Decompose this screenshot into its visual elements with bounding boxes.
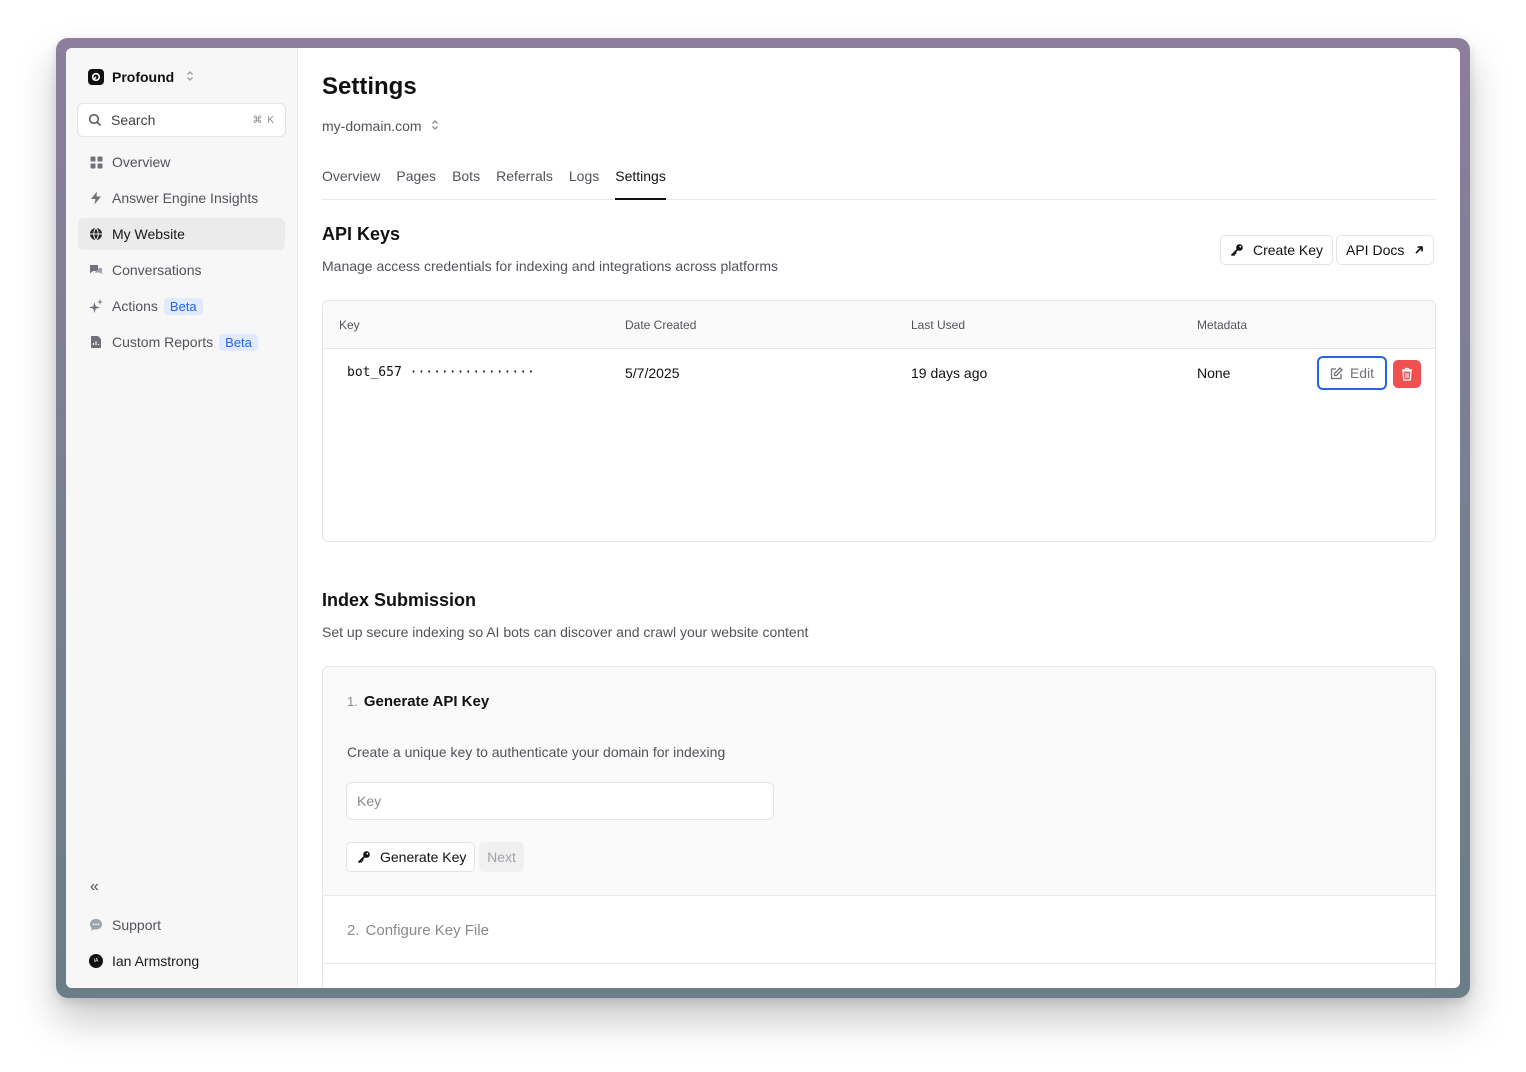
metadata-cell: None	[1197, 365, 1231, 381]
tab-settings[interactable]: Settings	[615, 165, 666, 200]
support-link[interactable]: Support	[89, 915, 161, 935]
edit-key-button[interactable]: Edit	[1317, 356, 1387, 390]
sidebar-item-label: Answer Engine Insights	[112, 190, 259, 206]
tab-referrals[interactable]: Referrals	[496, 165, 553, 200]
sidebar-item-answer-engine-insights[interactable]: Answer Engine Insights	[78, 182, 285, 214]
support-label: Support	[112, 917, 162, 933]
sparkle-icon	[89, 299, 103, 313]
generate-key-label: Generate Key	[380, 849, 467, 865]
page-title: Settings	[322, 73, 417, 100]
chat-icon	[89, 263, 103, 277]
step-number: 2.	[347, 922, 360, 939]
beta-badge: Beta	[219, 333, 258, 351]
step-generate-api-key: 1. Generate API Key Create a unique key t…	[323, 667, 1435, 896]
sidebar-item-my-website[interactable]: My Website	[78, 218, 285, 250]
delete-key-button[interactable]	[1393, 360, 1421, 388]
grid-icon	[89, 155, 103, 169]
step-title: Configure Key File	[365, 922, 489, 939]
avatar: IA	[89, 954, 103, 968]
globe-icon	[89, 227, 103, 241]
step-1-description: Create a unique key to authenticate your…	[347, 744, 726, 760]
chevron-up-down-icon	[186, 69, 194, 85]
sidebar-item-label: Conversations	[112, 262, 202, 278]
api-key-prefix: bot_657	[347, 365, 402, 380]
sidebar-item-conversations[interactable]: Conversations	[78, 254, 285, 286]
create-key-label: Create Key	[1253, 242, 1324, 258]
step-1-header: 1. Generate API Key	[347, 693, 489, 710]
lightning-icon	[89, 191, 103, 205]
domain-label: my-domain.com	[322, 118, 422, 134]
search-icon	[88, 113, 102, 127]
user-menu[interactable]: IA Ian Armstrong	[89, 951, 199, 971]
main-content: Settings my-domain.com Overview Pages Bo…	[322, 48, 1436, 988]
trash-icon	[1401, 367, 1413, 381]
key-icon	[1230, 243, 1244, 257]
column-header-key: Key	[339, 318, 360, 332]
last-used-cell: 19 days ago	[911, 365, 988, 381]
next-button[interactable]: Next	[479, 842, 524, 872]
chevron-up-down-icon	[431, 118, 439, 134]
profound-logo-icon	[88, 69, 104, 85]
tab-logs[interactable]: Logs	[569, 165, 599, 200]
sidebar-item-label: My Website	[112, 226, 185, 242]
date-created-cell: 5/7/2025	[625, 365, 680, 381]
domain-selector[interactable]: my-domain.com	[322, 116, 439, 136]
column-header-metadata: Metadata	[1197, 318, 1248, 332]
api-keys-title: API Keys	[322, 224, 401, 244]
column-header-last-used: Last Used	[911, 318, 966, 332]
index-steps: 1. Generate API Key Create a unique key t…	[322, 666, 1436, 988]
support-chat-icon	[89, 918, 103, 932]
search-shortcut: ⌘ K	[252, 114, 275, 126]
tab-overview[interactable]: Overview	[322, 165, 380, 200]
search-label: Search	[111, 112, 156, 128]
index-submission-description: Set up secure indexing so AI bots can di…	[322, 624, 809, 640]
step-title: Generate API Key	[363, 693, 490, 710]
step-configure-key-file[interactable]: 2. Configure Key File	[323, 896, 1435, 964]
api-key-masked: ················	[409, 365, 535, 380]
workspace-switcher[interactable]: Profound	[88, 67, 194, 87]
report-icon	[89, 335, 103, 349]
collapse-sidebar-icon[interactable]: «	[90, 878, 99, 896]
sidebar-item-label: Overview	[112, 154, 171, 170]
api-key-value: bot_657 ················	[347, 365, 535, 380]
tab-bots[interactable]: Bots	[452, 165, 480, 200]
app-window: Profound Search ⌘ K Overview Answer Engi…	[66, 48, 1460, 988]
table-row: bot_657 ················ 5/7/2025 19 day…	[323, 349, 1435, 397]
api-keys-table: Key Date Created Last Used Metadata bot_…	[322, 300, 1436, 542]
workspace-name: Profound	[112, 69, 175, 85]
search-input[interactable]: Search ⌘ K	[77, 103, 286, 137]
sidebar-item-custom-reports[interactable]: Custom Reports Beta	[78, 326, 285, 358]
tab-pages[interactable]: Pages	[396, 165, 436, 200]
sidebar: Profound Search ⌘ K Overview Answer Engi…	[66, 48, 298, 988]
api-docs-label: API Docs	[1346, 242, 1405, 258]
index-submission-title: Index Submission	[322, 590, 477, 610]
sidebar-item-label: Custom Reports	[112, 334, 214, 350]
create-key-button[interactable]: Create Key	[1220, 235, 1334, 265]
edit-icon	[1330, 366, 1343, 380]
sidebar-item-overview[interactable]: Overview	[78, 146, 285, 178]
sidebar-nav: Overview Answer Engine Insights My Websi…	[78, 146, 285, 362]
step-number: 1.	[347, 694, 358, 709]
user-name: Ian Armstrong	[112, 953, 200, 969]
key-input[interactable]	[346, 782, 774, 820]
api-docs-button[interactable]: API Docs	[1336, 235, 1435, 265]
sidebar-item-actions[interactable]: Actions Beta	[78, 290, 285, 322]
table-header: Key Date Created Last Used Metadata	[323, 301, 1435, 349]
step-2-header: 2. Configure Key File	[347, 922, 489, 939]
beta-badge: Beta	[163, 297, 203, 315]
column-header-date-created: Date Created	[625, 318, 697, 332]
generate-key-button[interactable]: Generate Key	[346, 842, 476, 872]
edit-label: Edit	[1349, 365, 1375, 381]
arrow-up-right-icon	[1414, 245, 1424, 255]
api-keys-description: Manage access credentials for indexing a…	[322, 258, 779, 274]
key-icon	[357, 850, 371, 864]
tab-bar: Overview Pages Bots Referrals Logs Setti…	[322, 165, 1436, 200]
sidebar-item-label: Actions	[112, 298, 158, 314]
